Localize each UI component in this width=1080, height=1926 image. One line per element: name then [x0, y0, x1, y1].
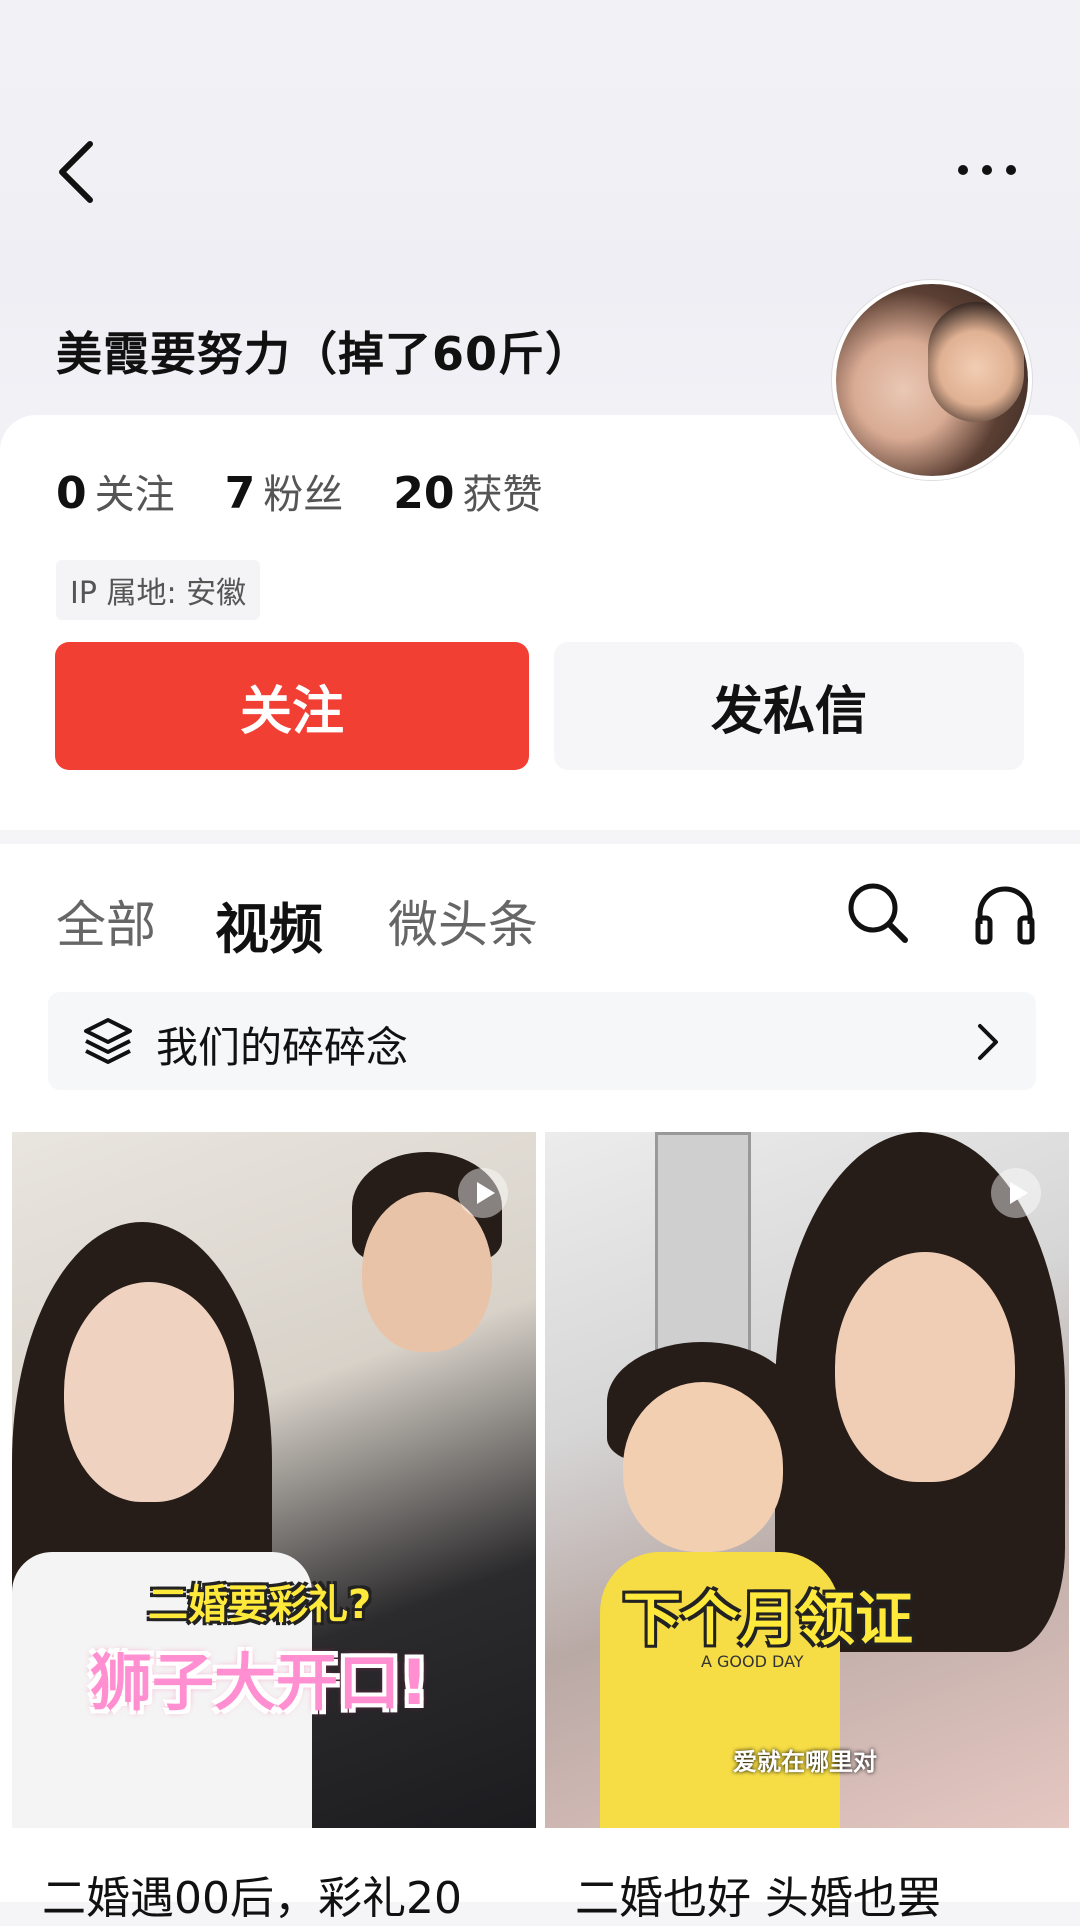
send-message-button[interactable]: 发私信 — [554, 642, 1024, 770]
profile-stats: 0 关注 7 粉丝 20 获赞 — [56, 462, 542, 520]
video-title[interactable]: 二婚遇00后，彩礼20 — [42, 1862, 512, 1926]
video-thumbnail[interactable]: A GOOD DAY 下个月领证 爱就在哪里对 — [545, 1132, 1069, 1828]
search-icon[interactable] — [845, 880, 911, 946]
play-icon — [991, 1168, 1041, 1218]
more-icon[interactable] — [955, 160, 1019, 180]
video-caption-sub: 爱就在哪里对 — [733, 1748, 877, 1776]
section-divider — [0, 830, 1080, 844]
bookshelf — [655, 1132, 751, 1368]
stat-followers[interactable]: 7 粉丝 — [225, 462, 344, 520]
avatar-child-figure — [928, 302, 1024, 422]
follow-button[interactable]: 关注 — [55, 642, 529, 770]
child-face — [623, 1382, 783, 1552]
person-face — [835, 1252, 1015, 1482]
play-icon — [458, 1168, 508, 1218]
video-caption-top: 二婚要彩礼? — [148, 1582, 372, 1628]
headphones-icon[interactable] — [972, 880, 1038, 946]
stat-followers-count: 7 — [224, 468, 256, 519]
ip-location-badge: IP 属地: 安徽 — [56, 560, 261, 620]
collection-label: 我们的碎碎念 — [156, 1023, 409, 1072]
video-caption-main: 狮子大开口! — [90, 1646, 429, 1719]
profile-name: 美霞要努力（掉了60斤） — [56, 327, 593, 381]
person-face — [64, 1282, 234, 1502]
avatar[interactable] — [832, 280, 1032, 480]
stat-likes[interactable]: 20 获赞 — [393, 462, 542, 520]
video-caption-main: 下个月领证 — [623, 1585, 914, 1653]
tab-micro-headline[interactable]: 微头条 — [388, 885, 538, 957]
tab-all[interactable]: 全部 — [56, 885, 156, 957]
stat-following[interactable]: 0 关注 — [56, 462, 175, 520]
tab-video[interactable]: 视频 — [215, 885, 323, 964]
stat-followers-label: 粉丝 — [263, 472, 344, 518]
chevron-right-icon — [978, 1024, 998, 1060]
video-thumbnail[interactable]: 二婚要彩礼? 狮子大开口! — [12, 1132, 536, 1828]
video-title[interactable]: 二婚也好 头婚也罢 — [575, 1862, 1055, 1926]
back-icon[interactable] — [56, 140, 96, 204]
stat-following-count: 0 — [56, 468, 87, 519]
layers-icon — [84, 1018, 132, 1064]
stat-likes-count: 20 — [393, 468, 455, 519]
stat-following-label: 关注 — [94, 472, 175, 518]
collection-banner[interactable]: 我们的碎碎念 — [48, 992, 1036, 1090]
stat-likes-label: 获赞 — [462, 472, 543, 518]
